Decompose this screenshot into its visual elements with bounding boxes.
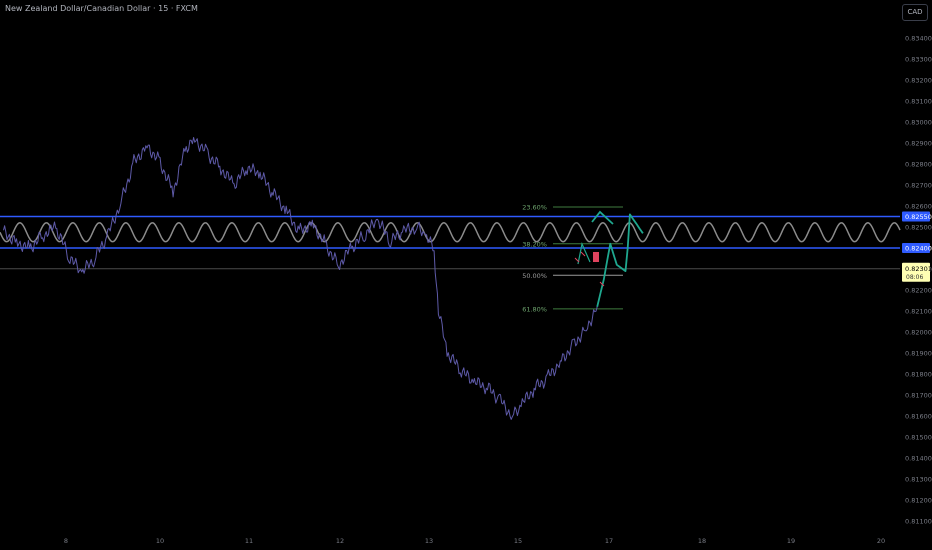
price-tick-label: 0.81500 (905, 434, 932, 442)
price-tick-label: 0.83000 (905, 119, 932, 127)
projected-path (596, 213, 644, 308)
price-line (3, 137, 598, 420)
countdown-label: 08:06 (906, 274, 923, 281)
price-tick-label: 0.82600 (905, 203, 932, 211)
level-price-label: 0.82400 (905, 245, 932, 253)
fib-level-label: 50.00% (522, 272, 547, 280)
price-tick-label: 0.82500 (905, 224, 932, 232)
fib-level-label: 38.20% (522, 240, 547, 248)
wave-lines (577, 242, 591, 265)
time-tick-label: 20 (877, 537, 885, 545)
price-tick-label: 0.83200 (905, 77, 932, 85)
price-tick-label: 0.82100 (905, 308, 932, 316)
time-axis[interactable]: 8 10 11 12 13 15 17 18 19 20 (64, 537, 885, 545)
price-tick-label: 0.81700 (905, 392, 932, 400)
price-tick-label: 0.81400 (905, 455, 932, 463)
price-axis[interactable]: 0.83400 0.83300 0.83200 0.83100 0.83000 0.829… (902, 35, 932, 526)
fib-level-label: 61.80% (522, 305, 547, 313)
bearish-marker (593, 252, 599, 262)
time-tick-label: 12 (336, 537, 344, 545)
price-tick-label: 0.81100 (905, 518, 932, 526)
time-tick-label: 11 (245, 537, 253, 545)
time-tick-label: 13 (425, 537, 433, 545)
price-tick-label: 0.81800 (905, 371, 932, 379)
time-tick-label: 15 (514, 537, 522, 545)
dash-marker (580, 251, 586, 257)
price-tick-label: 0.83400 (905, 35, 932, 43)
price-tick-label: 0.81900 (905, 350, 932, 358)
fib-level-label: 23.60% (522, 204, 547, 212)
price-tick-label: 0.82900 (905, 140, 932, 148)
price-tick-label: 0.81300 (905, 476, 932, 484)
last-price-label: 0.82301 (905, 265, 932, 273)
time-tick-label: 10 (156, 537, 164, 545)
price-tick-label: 0.82200 (905, 287, 932, 295)
time-tick-label: 17 (605, 537, 613, 545)
time-tick-label: 8 (64, 537, 68, 545)
time-tick-label: 18 (698, 537, 706, 545)
price-tick-label: 0.83100 (905, 98, 932, 106)
price-tick-label: 0.82000 (905, 329, 932, 337)
price-tick-label: 0.82800 (905, 161, 932, 169)
price-tick-label: 0.81600 (905, 413, 932, 421)
price-tick-label: 0.83300 (905, 56, 932, 64)
level-price-label: 0.82550 (905, 213, 932, 221)
time-tick-label: 19 (787, 537, 795, 545)
sine-wave (0, 222, 901, 243)
price-chart[interactable]: 23.60%38.20%50.00%61.80% 0.834000.833000… (0, 0, 932, 550)
price-tick-label: 0.81200 (905, 497, 932, 505)
price-tick-label: 0.82700 (905, 182, 932, 190)
sine-wave-overlay (0, 222, 901, 243)
